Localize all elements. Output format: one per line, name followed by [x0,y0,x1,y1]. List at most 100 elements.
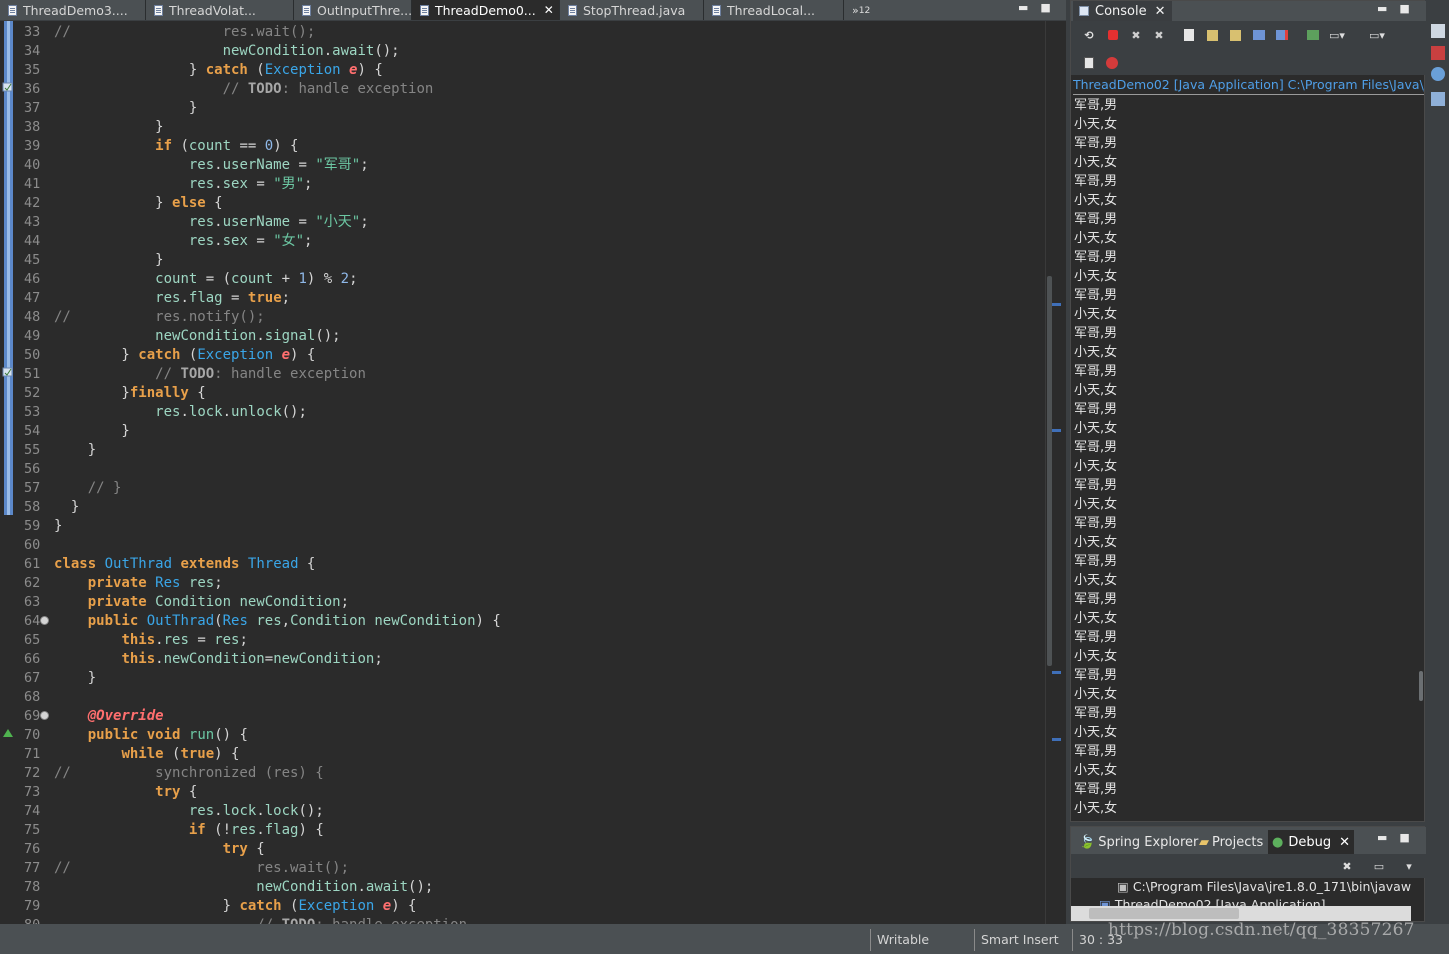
code-line[interactable]: 51 // TODO: handle exception [0,365,1045,384]
code-line[interactable]: 46 count = (count + 1) % 2; [0,270,1045,289]
code-line[interactable]: 63 private Condition newCondition; [0,593,1045,612]
code-line[interactable]: 61 class OutThrad extends Thread { [0,555,1045,574]
tab-projects[interactable]: ▰ Projects [1195,830,1267,854]
code-line[interactable]: 66 this.newCondition=newCondition; [0,650,1045,669]
code-line[interactable]: 59} [0,517,1045,536]
code-line[interactable]: 78 newCondition.await(); [0,878,1045,897]
editor-tab-active[interactable]: ThreadDemo0... ✕ [412,0,560,20]
code-line[interactable]: 57 // } [0,479,1045,498]
restore-icon[interactable] [1431,24,1445,38]
code-line[interactable]: 68 [0,688,1045,707]
fold-toggle-icon[interactable] [40,616,49,625]
code-line[interactable]: 41 res.sex = "男"; [0,175,1045,194]
code-line[interactable]: 42 } else { [0,194,1045,213]
scroll-thumb[interactable] [1089,908,1239,919]
code-line[interactable]: 37 } [0,99,1045,118]
close-icon[interactable]: ✕ [1155,4,1166,19]
editor-tab[interactable]: ThreadVolat... [146,0,294,20]
code-line[interactable]: 79 } catch (Exception e) { [0,897,1045,916]
code-line[interactable]: 45 } [0,251,1045,270]
maximize-icon[interactable]: ■ [1040,1,1050,14]
code-line[interactable]: 50 } catch (Exception e) { [0,346,1045,365]
code-line[interactable]: 35 } catch (Exception e) { [0,61,1045,80]
tab-console[interactable]: Console ✕ [1073,1,1172,21]
show-on-output-icon[interactable] [1251,27,1267,43]
code-line[interactable]: 40 res.userName = "军哥"; [0,156,1045,175]
code-line[interactable]: 34 newCondition.await(); [0,42,1045,61]
code-line[interactable]: 39 if (count == 0) { [0,137,1045,156]
code-line[interactable]: 58 } [0,498,1045,517]
code-line[interactable]: 75 if (!res.flag) { [0,821,1045,840]
code-line[interactable]: 71 while (true) { [0,745,1045,764]
code-line[interactable]: 47 res.flag = true; [0,289,1045,308]
code-line[interactable]: 33 // res.wait(); [0,23,1045,42]
overview-marker[interactable] [1052,671,1061,674]
copy-icon[interactable] [1081,55,1097,71]
word-wrap-icon[interactable] [1227,27,1243,43]
display-console-icon[interactable]: ▭▾ [1329,27,1345,43]
tab-debug[interactable]: ● Debug ✕ [1268,830,1355,854]
debug-horizontal-scrollbar[interactable] [1071,906,1411,921]
hierarchy-icon[interactable] [1431,92,1445,106]
tree-item[interactable]: ▣ ThreadDemo02 [Java Application] [1071,896,1411,906]
code-line[interactable]: 38 } [0,118,1045,137]
minimize-icon[interactable]: ▬ [1018,1,1028,14]
maximize-icon[interactable]: ■ [1399,2,1409,15]
show-on-error-icon[interactable] [1274,27,1290,43]
chevron-down-icon[interactable]: ▾ [1401,858,1417,874]
code-line[interactable]: 49 newCondition.signal(); [0,327,1045,346]
remove-launch-icon[interactable]: ✖ [1128,27,1144,43]
minimize-icon[interactable]: ▬ [1377,2,1387,15]
view-menu-icon[interactable]: ▭ [1371,858,1387,874]
code-line[interactable]: 77 // res.wait(); [0,859,1045,878]
code-line[interactable]: 44 res.sex = "女"; [0,232,1045,251]
scroll-thumb[interactable] [1419,671,1423,701]
code-line[interactable]: 73 try { [0,783,1045,802]
tree-item[interactable]: ▣ C:\Program Files\Java\jre1.8.0_171\bin\… [1071,878,1411,896]
code-line[interactable]: 53 res.lock.unlock(); [0,403,1045,422]
code-line[interactable]: 67 } [0,669,1045,688]
overview-marker[interactable] [1052,303,1061,306]
close-icon[interactable]: ✕ [1339,835,1350,850]
code-line[interactable]: 43 res.userName = "小天"; [0,213,1045,232]
code-line[interactable]: 76 try { [0,840,1045,859]
maximize-icon[interactable]: ■ [1399,831,1409,844]
code-line[interactable]: 65 this.res = res; [0,631,1045,650]
clear-console-icon[interactable] [1181,27,1197,43]
code-line[interactable]: 55 } [0,441,1045,460]
code-line[interactable]: 72 // synchronized (res) { [0,764,1045,783]
remove-all-terminated-icon[interactable]: ✖ [1339,858,1355,874]
code-line[interactable]: 80 // TODO: handle exception [0,916,1045,924]
editor-tab[interactable]: ThreadDemo3.... [0,0,146,20]
console-vertical-scrollbar[interactable] [1415,96,1425,821]
code-line[interactable]: 70 public void run() { [0,726,1045,745]
code-line[interactable]: 64 public OutThrad(Res res,Condition new… [0,612,1045,631]
code-line[interactable]: 52 }finally { [0,384,1045,403]
minimize-icon[interactable]: ▬ [1377,831,1387,844]
overview-marker[interactable] [1052,738,1061,741]
editor-tab[interactable]: ThreadLocal... [704,0,844,20]
fold-toggle-icon[interactable] [40,711,49,720]
code-line[interactable]: 48 // res.notify(); [0,308,1045,327]
overview-marker[interactable] [1052,429,1061,432]
debug-icon[interactable] [1104,55,1120,71]
editor-vertical-scrollbar[interactable] [1045,21,1066,924]
code-line[interactable]: 74 res.lock.lock(); [0,802,1045,821]
code-line[interactable]: 54 } [0,422,1045,441]
open-console-icon[interactable]: ▭▾ [1369,27,1385,43]
editor-tab[interactable]: StopThread.java [560,0,704,20]
code-line[interactable]: 69 @Override [0,707,1045,726]
rerun-icon[interactable]: ⟲ [1081,27,1097,43]
tab-overflow-button[interactable]: » 12 [844,0,878,20]
junit-icon[interactable] [1431,46,1445,60]
remove-all-icon[interactable]: ✖ [1151,27,1167,43]
pin-console-icon[interactable] [1305,27,1321,43]
scroll-lock-icon[interactable] [1204,27,1220,43]
scroll-thumb[interactable] [1047,276,1052,666]
code-editor[interactable]: 33// res.wait(); 34 newCondition.await();… [0,21,1066,924]
tab-spring-explorer[interactable]: 🍃 Spring Explorer [1075,830,1202,854]
code-line[interactable]: 62 private Res res; [0,574,1045,593]
terminate-icon[interactable] [1105,27,1121,43]
close-icon[interactable]: ✕ [544,3,554,17]
editor-tab[interactable]: OutInputThre... [294,0,412,20]
